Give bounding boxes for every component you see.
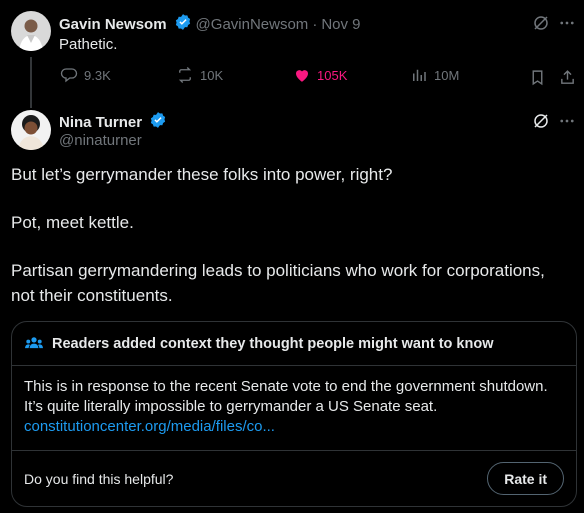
avatar-gavin-newsom[interactable]	[11, 11, 51, 51]
community-note-title: Readers added context they thought peopl…	[52, 335, 494, 352]
note-source-link[interactable]: constitutioncenter.org/media/files/co...	[24, 417, 564, 437]
tweet-paragraph: Partisan gerrymandering leads to politic…	[11, 261, 545, 280]
repost-icon	[178, 67, 192, 83]
rate-it-button[interactable]: Rate it	[487, 462, 564, 495]
tweet-date[interactable]: Nov 9	[321, 16, 360, 33]
community-note-body: This is in response to the recent Senate…	[12, 366, 576, 451]
reply-count: 9.3K	[84, 67, 111, 83]
views-count: 10M	[434, 67, 460, 83]
repost-button[interactable]: 10K	[176, 66, 223, 84]
share-icon[interactable]	[557, 67, 577, 87]
bookmark-icon[interactable]	[527, 67, 547, 87]
note-text-line: This is in response to the recent Senate…	[24, 378, 548, 395]
views-icon	[413, 69, 426, 81]
community-note: Readers added context they thought peopl…	[11, 321, 577, 507]
repost-count: 10K	[200, 67, 224, 83]
author-name[interactable]: Gavin Newsom	[59, 16, 167, 33]
more-icon[interactable]	[557, 111, 577, 131]
parent-tweet-header: Gavin Newsom @GavinNewsom · Nov 9	[59, 13, 361, 36]
tweet-paragraph: not their constituents.	[11, 286, 173, 305]
author-handle[interactable]: @ninaturner	[59, 132, 142, 149]
author-handle[interactable]: @GavinNewsom	[196, 16, 309, 33]
tweet-paragraph: Pot, meet kettle.	[11, 213, 134, 232]
verified-icon	[149, 111, 167, 134]
like-count: 105K	[317, 67, 348, 83]
helpful-question: Do you find this helpful?	[24, 470, 174, 487]
parent-tweet-text: Pathetic.	[59, 36, 118, 53]
community-note-header: Readers added context they thought peopl…	[12, 322, 576, 366]
community-note-footer: Do you find this helpful? Rate it	[12, 451, 576, 506]
grok-icon[interactable]	[531, 111, 551, 131]
heart-icon	[296, 70, 308, 82]
dot-separator: ·	[312, 16, 318, 33]
main-tweet-author: Nina Turner	[59, 111, 167, 134]
tweet-paragraph: But let’s gerrymander these folks into p…	[11, 165, 393, 184]
like-button[interactable]: 105K	[293, 66, 347, 84]
views-button[interactable]: 10M	[410, 66, 459, 84]
grok-icon[interactable]	[531, 13, 551, 33]
reply-button[interactable]: 9.3K	[60, 66, 111, 84]
avatar-nina-turner[interactable]	[11, 110, 51, 150]
thread-connector-line	[30, 57, 32, 108]
more-icon[interactable]	[557, 13, 577, 33]
author-name[interactable]: Nina Turner	[59, 114, 142, 131]
reply-icon	[60, 68, 78, 83]
note-text-line: It’s quite literally impossible to gerry…	[24, 398, 438, 415]
verified-icon	[174, 13, 192, 36]
people-icon	[25, 336, 43, 348]
